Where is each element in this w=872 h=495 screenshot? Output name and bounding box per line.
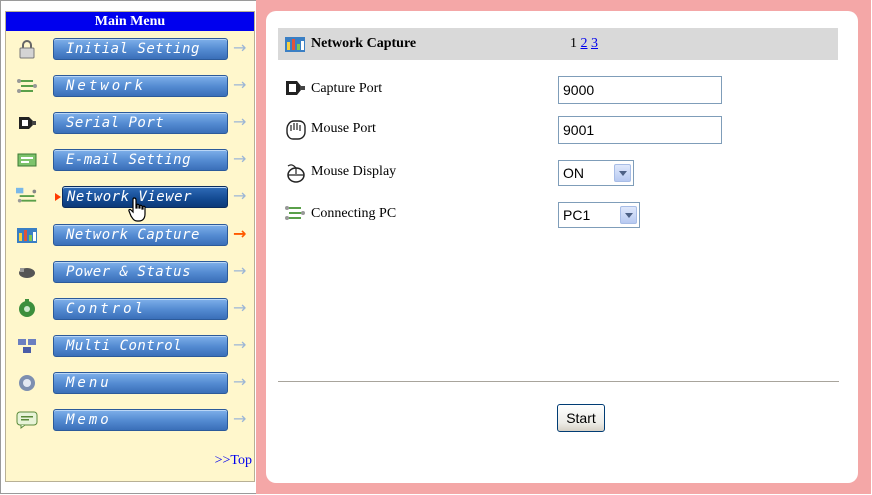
hand-icon — [284, 119, 308, 140]
mouse-icon — [284, 162, 308, 183]
menu-item-email-setting[interactable]: E-mail Setting → — [6, 145, 256, 175]
main-panel: Network Capture 1 2 3 Capture Port 9000 … — [266, 11, 858, 483]
serial-port-icon — [16, 113, 38, 133]
hand-cursor-icon — [128, 197, 146, 222]
menu-item-network-capture[interactable]: Network Capture → — [6, 220, 256, 250]
memo-icon — [16, 410, 38, 430]
menu-item-memo[interactable]: Memo → — [6, 405, 256, 435]
serial-port-icon — [284, 79, 308, 99]
capture-port-label: Capture Port — [311, 81, 383, 96]
mouse-display-select[interactable]: ON — [558, 160, 634, 186]
menu-item-network[interactable]: Network → — [6, 71, 256, 101]
menu-button-email-setting[interactable]: E-mail Setting — [53, 149, 228, 171]
mouse-display-label: Mouse Display — [311, 164, 397, 179]
capture-port-input[interactable]: 9000 — [558, 76, 722, 104]
main-menu-sidebar: Main Menu Initial Setting → Network → Se… — [5, 11, 255, 482]
menu-item-menu[interactable]: Menu → — [6, 368, 256, 398]
menu-item-serial-port[interactable]: Serial Port → — [6, 108, 256, 138]
network-icon — [16, 76, 38, 96]
arrow-right-icon: → — [233, 335, 247, 354]
mouse-port-row: Mouse Port 9001 — [278, 115, 838, 145]
page-link-2[interactable]: 2 — [581, 36, 588, 51]
arrow-right-icon: → — [233, 112, 247, 131]
lock-icon — [16, 39, 38, 59]
arrow-right-icon: → — [233, 149, 247, 168]
page-link-3[interactable]: 3 — [591, 36, 598, 51]
arrow-right-icon: → — [233, 372, 247, 391]
pagination: 1 2 3 — [570, 36, 598, 52]
power-status-icon — [16, 262, 38, 282]
page-current: 1 — [570, 36, 577, 51]
connecting-pc-row: Connecting PC PC1 — [278, 200, 838, 230]
menu-item-control[interactable]: Control → — [6, 294, 256, 324]
network-icon — [284, 204, 308, 224]
control-icon — [16, 299, 38, 319]
mouse-display-row: Mouse Display ON — [278, 158, 838, 188]
connecting-pc-select[interactable]: PC1 — [558, 202, 640, 228]
arrow-right-icon: → — [233, 186, 247, 205]
menu-button-power-status[interactable]: Power & Status — [53, 261, 228, 283]
menu-button-network[interactable]: Network — [53, 75, 228, 97]
network-viewer-icon — [16, 187, 38, 207]
arrow-right-icon: → — [233, 38, 247, 57]
connecting-pc-value: PC1 — [563, 207, 591, 223]
menu-button-memo[interactable]: Memo — [53, 409, 228, 431]
network-capture-icon — [284, 34, 306, 59]
chevron-down-icon[interactable] — [614, 164, 631, 182]
menu-icon — [16, 373, 38, 393]
menu-button-control[interactable]: Control — [53, 298, 228, 320]
menu-item-multi-control[interactable]: Multi Control → — [6, 331, 256, 361]
top-link[interactable]: >>Top — [215, 453, 252, 469]
arrow-right-icon: → — [233, 298, 247, 317]
menu-button-multi-control[interactable]: Multi Control — [53, 335, 228, 357]
mouse-port-input[interactable]: 9001 — [558, 116, 722, 144]
menu-button-initial-setting[interactable]: Initial Setting — [53, 38, 228, 60]
network-capture-icon — [16, 225, 38, 245]
menu-item-initial-setting[interactable]: Initial Setting → — [6, 34, 256, 64]
email-icon — [16, 150, 38, 170]
start-button[interactable]: Start — [557, 404, 605, 432]
current-arrow-icon: → — [233, 224, 247, 243]
mouse-display-value: ON — [563, 165, 584, 181]
main-menu-title: Main Menu — [6, 12, 254, 31]
arrow-right-icon: → — [233, 261, 247, 280]
capture-port-row: Capture Port 9000 — [278, 75, 838, 105]
divider — [278, 381, 839, 383]
multi-control-icon — [16, 336, 38, 356]
arrow-right-icon: → — [233, 409, 247, 428]
menu-button-menu[interactable]: Menu — [53, 372, 228, 394]
hover-marker-icon — [55, 193, 61, 201]
menu-item-power-status[interactable]: Power & Status → — [6, 257, 256, 287]
menu-button-serial-port[interactable]: Serial Port — [53, 112, 228, 134]
menu-button-network-capture[interactable]: Network Capture — [53, 224, 228, 246]
mouse-port-label: Mouse Port — [311, 121, 376, 136]
page-title-bar: Network Capture 1 2 3 — [278, 28, 838, 60]
chevron-down-icon[interactable] — [620, 206, 637, 224]
connecting-pc-label: Connecting PC — [311, 206, 397, 221]
arrow-right-icon: → — [233, 75, 247, 94]
page-title: Network Capture — [311, 36, 417, 51]
